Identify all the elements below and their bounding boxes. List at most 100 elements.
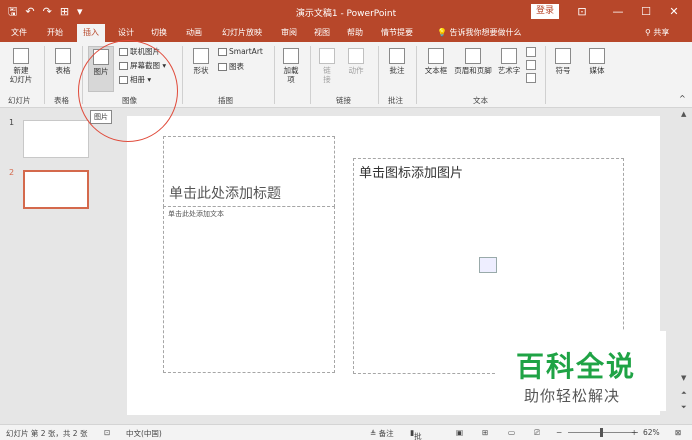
new-slide-button[interactable]: 新建 幻灯片 xyxy=(6,48,36,84)
table-icon xyxy=(55,48,71,64)
minimize-button[interactable]: — xyxy=(610,4,626,19)
maximize-button[interactable]: ☐ xyxy=(638,4,654,19)
new-slide-icon xyxy=(13,48,29,64)
tab-help[interactable]: 帮助 xyxy=(347,27,363,39)
header-footer-icon xyxy=(465,48,481,64)
separator xyxy=(182,46,183,104)
language-status[interactable]: 中文(中国) xyxy=(126,428,162,439)
watermark-logo: 百科全说 助你轻松解决 xyxy=(496,331,666,411)
textbox-label: 文本框 xyxy=(424,66,448,75)
separator xyxy=(44,46,45,104)
header-footer-label: 页眉和页脚 xyxy=(454,66,492,75)
title-bar: 🖫 ↶ ↷ ⊞ ▾ 演示文稿1 - PowerPoint 登录 ⊡ — ☐ ✕ xyxy=(0,0,692,24)
normal-view-icon[interactable]: ▣ xyxy=(456,428,463,437)
chart-icon xyxy=(218,63,227,71)
object-icon xyxy=(526,73,536,83)
shapes-label: 形状 xyxy=(193,66,209,75)
table-button[interactable]: 表格 xyxy=(50,48,76,75)
zoom-out-icon[interactable]: − xyxy=(556,428,562,437)
tab-slideshow[interactable]: 幻灯片放映 xyxy=(222,27,262,39)
comment-icon xyxy=(389,48,405,64)
thumb-number: 1 xyxy=(9,118,15,127)
tab-file[interactable]: 文件 xyxy=(11,27,27,39)
group-slides-label: 幻灯片 xyxy=(8,96,31,105)
zoom-in-icon[interactable]: + xyxy=(631,428,637,437)
tell-me-text: 告诉我你想要做什么 xyxy=(449,28,522,37)
tab-transitions[interactable]: 切换 xyxy=(151,27,167,39)
action-button[interactable]: 动作 xyxy=(343,48,369,75)
title-placeholder-text: 单击此处添加标题 xyxy=(169,186,281,202)
tab-animations[interactable]: 动画 xyxy=(186,27,202,39)
link-label: 链 接 xyxy=(323,66,331,84)
comment-label: 批注 xyxy=(389,66,405,75)
comments-button[interactable]: ▮ 批注 xyxy=(410,428,422,440)
close-button[interactable]: ✕ xyxy=(666,4,682,19)
group-text-label: 文本 xyxy=(473,96,488,105)
addins-label: 加载 项 xyxy=(283,66,299,84)
watermark-subtitle: 助你轻松解决 xyxy=(524,387,621,405)
smartart-label: SmartArt xyxy=(229,47,263,56)
tab-insert[interactable]: 插入 xyxy=(77,24,105,42)
slide-thumbnail-1[interactable] xyxy=(23,120,89,158)
thumb-number: 2 xyxy=(9,168,15,177)
spelling-icon[interactable]: ⊡ xyxy=(104,428,110,437)
ribbon-tabs: 文件 开始 插入 设计 切换 动画 幻灯片放映 审阅 视图 帮助 情节提要 💡 … xyxy=(0,24,692,42)
comments-label: 批注 xyxy=(414,432,422,440)
zoom-slider[interactable] xyxy=(568,432,638,433)
previous-slide-icon[interactable]: ⏶ xyxy=(681,389,687,398)
addins-button[interactable]: 加载 项 xyxy=(279,48,303,84)
group-links-label: 链接 xyxy=(336,96,351,105)
share-button[interactable]: ⚲ 共享 xyxy=(645,27,669,38)
media-button[interactable]: 媒体 xyxy=(584,48,610,75)
tab-review[interactable]: 审阅 xyxy=(281,27,297,39)
text-placeholder[interactable]: 单击此处添加文本 xyxy=(163,206,335,373)
action-icon xyxy=(348,48,364,64)
fit-to-window-icon[interactable]: ⊠ xyxy=(675,428,681,437)
text-extra-buttons[interactable] xyxy=(524,47,538,85)
next-slide-icon[interactable]: ⏷ xyxy=(681,403,687,412)
smartart-button[interactable]: SmartArt xyxy=(218,47,263,56)
zoom-slider-handle[interactable] xyxy=(600,428,603,437)
notes-button[interactable]: ≜ 备注 xyxy=(370,428,394,439)
shapes-button[interactable]: 形状 xyxy=(188,48,214,75)
tab-design[interactable]: 设计 xyxy=(118,27,134,39)
media-icon xyxy=(589,48,605,64)
reading-view-icon[interactable]: ▭ xyxy=(508,428,515,437)
tell-me-search[interactable]: 💡 告诉我你想要做什么 xyxy=(437,27,522,38)
insert-picture-icon[interactable] xyxy=(479,257,497,273)
action-label: 动作 xyxy=(348,66,364,75)
chart-button[interactable]: 图表 xyxy=(218,62,244,71)
slide-number-icon xyxy=(526,60,536,70)
addins-icon xyxy=(283,48,299,64)
scroll-down-icon[interactable]: ▼ xyxy=(681,374,686,382)
tab-view[interactable]: 视图 xyxy=(314,27,330,39)
comment-button[interactable]: 批注 xyxy=(384,48,410,75)
slide-thumbnail-2[interactable] xyxy=(23,170,89,209)
slideshow-icon[interactable]: ⎚ xyxy=(534,428,540,438)
textbox-button[interactable]: 文本框 xyxy=(421,48,451,75)
slide-thumbnails-pane: 1 2 xyxy=(0,108,112,424)
separator xyxy=(274,46,275,104)
vertical-scrollbar[interactable]: ▲ ▼ ⏶ ⏷ xyxy=(678,108,692,424)
zoom-level[interactable]: 62% xyxy=(643,428,660,437)
ribbon-display-icon[interactable]: ⊡ xyxy=(574,4,590,19)
group-tables-label: 表格 xyxy=(54,96,69,105)
symbol-button[interactable]: 符号 xyxy=(551,48,575,75)
collapse-ribbon-icon[interactable]: ^ xyxy=(679,94,686,103)
wordart-button[interactable]: 艺术字 xyxy=(495,48,523,75)
login-button[interactable]: 登录 xyxy=(531,4,559,19)
header-footer-button[interactable]: 页眉和页脚 xyxy=(451,48,495,75)
tab-storyboard[interactable]: 情节提要 xyxy=(381,27,413,39)
group-illustrations-label: 插图 xyxy=(218,96,233,105)
smartart-icon xyxy=(218,48,227,56)
symbol-label: 符号 xyxy=(555,66,571,75)
share-label: 共享 xyxy=(653,28,670,37)
link-button[interactable]: 链 接 xyxy=(316,48,338,84)
scroll-up-icon[interactable]: ▲ xyxy=(681,110,686,118)
tab-home[interactable]: 开始 xyxy=(47,27,63,39)
wordart-icon xyxy=(501,48,517,64)
link-icon xyxy=(319,48,335,64)
title-placeholder[interactable]: 单击此处添加标题 xyxy=(163,136,335,207)
slide-sorter-icon[interactable]: ⊞ xyxy=(482,428,488,437)
watermark-title: 百科全说 xyxy=(516,350,637,383)
